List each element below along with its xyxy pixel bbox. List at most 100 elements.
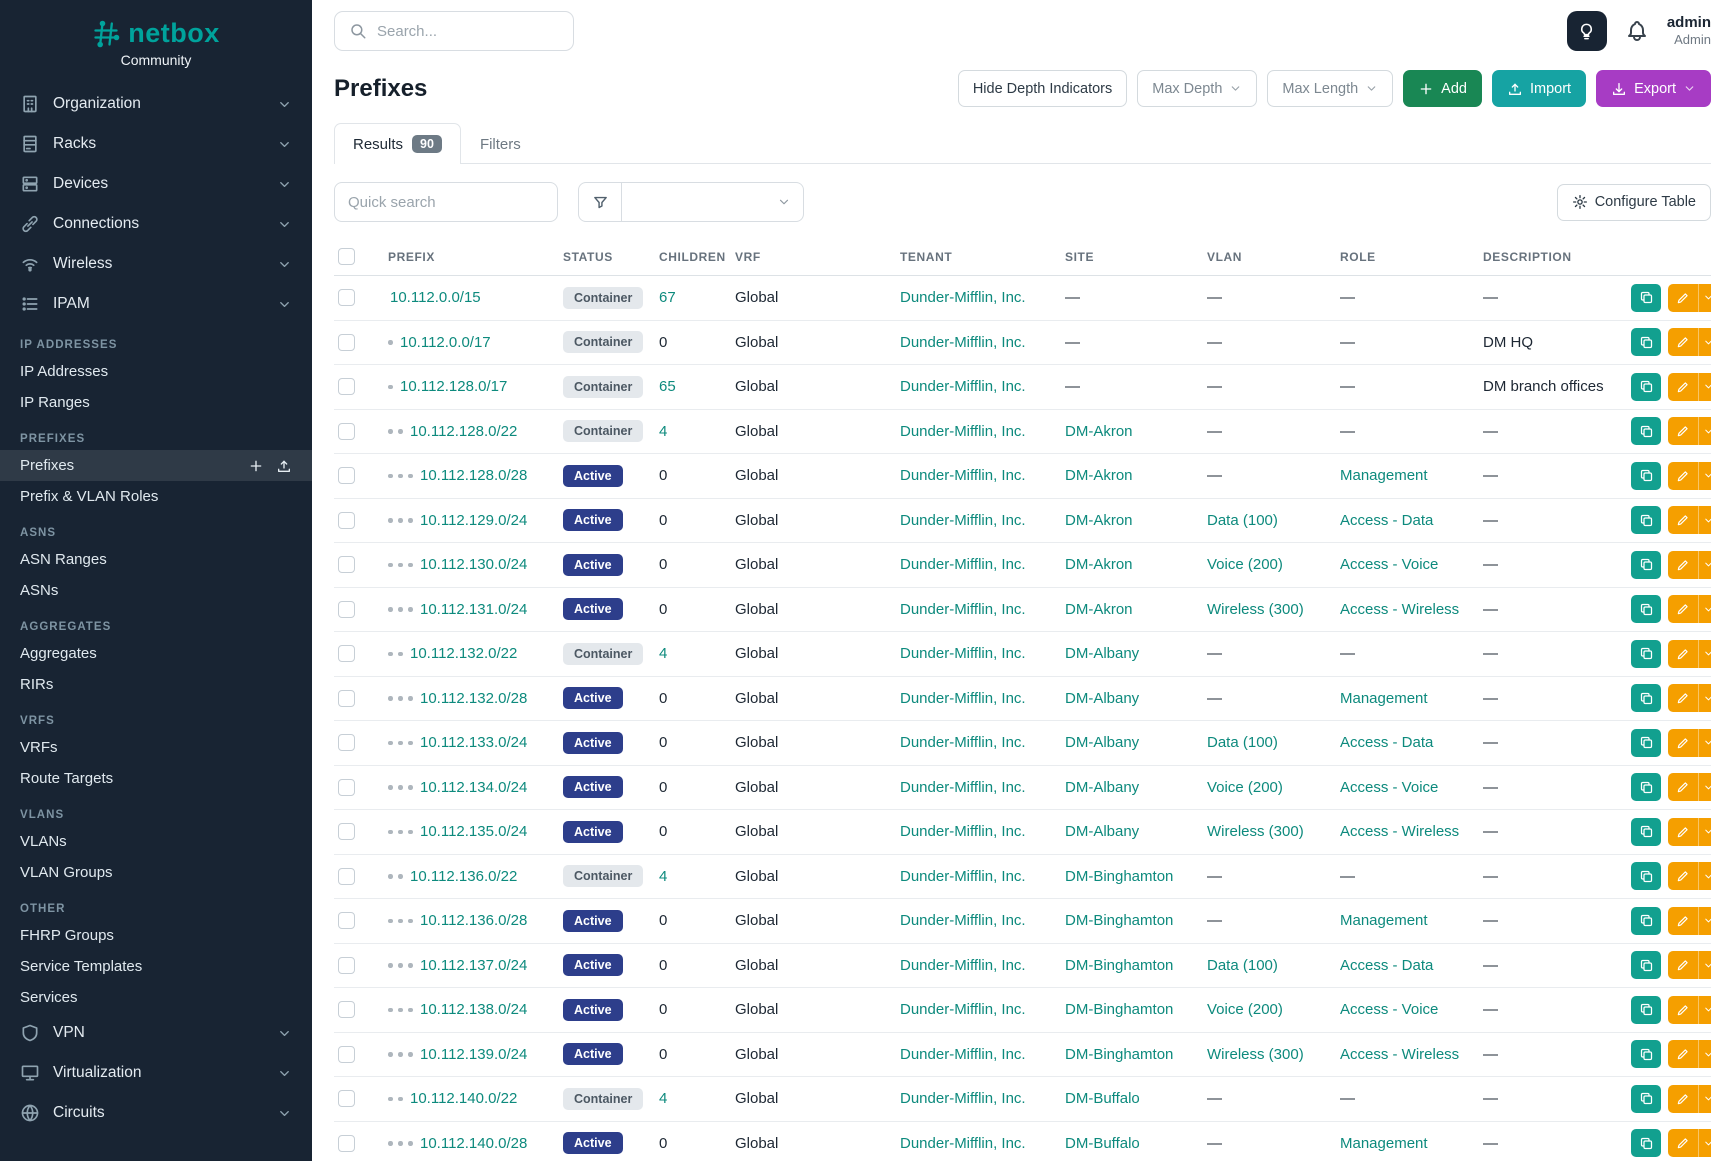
sidebar-item-vpn[interactable]: VPN: [0, 1013, 312, 1053]
sidebar-item-vlans[interactable]: VLANs: [0, 826, 312, 857]
row-checkbox[interactable]: [338, 690, 355, 707]
site-link[interactable]: DM-Albany: [1065, 779, 1139, 796]
edit-dropdown-button[interactable]: [1698, 640, 1711, 668]
clone-button[interactable]: [1631, 551, 1661, 579]
export-dropdown-button[interactable]: Export: [1596, 70, 1711, 107]
edit-button[interactable]: [1668, 729, 1698, 757]
row-checkbox[interactable]: [338, 912, 355, 929]
children-count-link[interactable]: 67: [659, 289, 676, 306]
edit-dropdown-button[interactable]: [1698, 996, 1711, 1024]
edit-button[interactable]: [1668, 773, 1698, 801]
notifications-button[interactable]: [1625, 19, 1649, 43]
sidebar-item-asn-ranges[interactable]: ASN Ranges: [0, 544, 312, 575]
row-checkbox[interactable]: [338, 645, 355, 662]
site-link[interactable]: DM-Albany: [1065, 823, 1139, 840]
children-count-link[interactable]: 4: [659, 868, 667, 885]
prefix-link[interactable]: 10.112.129.0/24: [420, 512, 527, 529]
clone-button[interactable]: [1631, 862, 1661, 890]
edit-button[interactable]: [1668, 1129, 1698, 1157]
row-checkbox[interactable]: [338, 601, 355, 618]
import-prefixes-button[interactable]: [276, 458, 292, 474]
role-link[interactable]: Management: [1340, 690, 1428, 707]
tenant-link[interactable]: Dunder-Mifflin, Inc.: [900, 779, 1026, 796]
edit-button[interactable]: [1668, 862, 1698, 890]
sidebar-item-ip-addresses[interactable]: IP Addresses: [0, 356, 312, 387]
sidebar-item-racks[interactable]: Racks: [0, 124, 312, 164]
site-link[interactable]: DM-Binghamton: [1065, 868, 1173, 885]
tenant-link[interactable]: Dunder-Mifflin, Inc.: [900, 957, 1026, 974]
clone-button[interactable]: [1631, 595, 1661, 623]
tenant-link[interactable]: Dunder-Mifflin, Inc.: [900, 289, 1026, 306]
edit-button[interactable]: [1668, 684, 1698, 712]
import-button[interactable]: Import: [1492, 70, 1586, 107]
edit-button[interactable]: [1668, 373, 1698, 401]
row-checkbox[interactable]: [338, 1001, 355, 1018]
row-checkbox[interactable]: [338, 957, 355, 974]
row-checkbox[interactable]: [338, 779, 355, 796]
site-link[interactable]: DM-Binghamton: [1065, 1046, 1173, 1063]
edit-dropdown-button[interactable]: [1698, 595, 1711, 623]
sidebar-item-organization[interactable]: Organization: [0, 84, 312, 124]
edit-dropdown-button[interactable]: [1698, 907, 1711, 935]
vlan-link[interactable]: Wireless (300): [1207, 823, 1304, 840]
add-button[interactable]: Add: [1403, 70, 1482, 107]
edit-button[interactable]: [1668, 1040, 1698, 1068]
vlan-link[interactable]: Wireless (300): [1207, 601, 1304, 618]
edit-button[interactable]: [1668, 907, 1698, 935]
role-link[interactable]: Access - Voice: [1340, 779, 1438, 796]
select-all-checkbox[interactable]: [338, 248, 355, 265]
prefix-link[interactable]: 10.112.0.0/17: [400, 334, 491, 351]
role-link[interactable]: Access - Wireless: [1340, 1046, 1459, 1063]
edit-button[interactable]: [1668, 328, 1698, 356]
vlan-link[interactable]: Data (100): [1207, 957, 1278, 974]
clone-button[interactable]: [1631, 328, 1661, 356]
tenant-link[interactable]: Dunder-Mifflin, Inc.: [900, 868, 1026, 885]
site-link[interactable]: DM-Buffalo: [1065, 1090, 1140, 1107]
clone-button[interactable]: [1631, 729, 1661, 757]
row-checkbox[interactable]: [338, 378, 355, 395]
prefix-link[interactable]: 10.112.138.0/24: [420, 1001, 527, 1018]
row-checkbox[interactable]: [338, 734, 355, 751]
clone-button[interactable]: [1631, 462, 1661, 490]
site-link[interactable]: DM-Albany: [1065, 645, 1139, 662]
edit-dropdown-button[interactable]: [1698, 328, 1711, 356]
children-count-link[interactable]: 4: [659, 423, 667, 440]
site-link[interactable]: DM-Albany: [1065, 734, 1139, 751]
edit-dropdown-button[interactable]: [1698, 951, 1711, 979]
add-prefix-button[interactable]: [248, 458, 264, 474]
prefix-link[interactable]: 10.112.140.0/28: [420, 1135, 527, 1152]
children-count-link[interactable]: 65: [659, 378, 676, 395]
role-link[interactable]: Access - Voice: [1340, 556, 1438, 573]
max-depth-dropdown[interactable]: Max Depth: [1137, 70, 1257, 107]
edit-button[interactable]: [1668, 951, 1698, 979]
site-link[interactable]: DM-Albany: [1065, 690, 1139, 707]
row-checkbox[interactable]: [338, 868, 355, 885]
tenant-link[interactable]: Dunder-Mifflin, Inc.: [900, 556, 1026, 573]
clone-button[interactable]: [1631, 951, 1661, 979]
edit-dropdown-button[interactable]: [1698, 818, 1711, 846]
edit-button[interactable]: [1668, 506, 1698, 534]
sidebar-item-connections[interactable]: Connections: [0, 204, 312, 244]
tenant-link[interactable]: Dunder-Mifflin, Inc.: [900, 334, 1026, 351]
prefix-link[interactable]: 10.112.131.0/24: [420, 601, 527, 618]
prefix-link[interactable]: 10.112.140.0/22: [410, 1090, 517, 1107]
prefix-link[interactable]: 10.112.132.0/28: [420, 690, 527, 707]
sidebar-item-devices[interactable]: Devices: [0, 164, 312, 204]
prefix-link[interactable]: 10.112.0.0/15: [390, 289, 481, 306]
site-link[interactable]: DM-Akron: [1065, 601, 1133, 618]
sidebar-item-vrfs[interactable]: VRFs: [0, 732, 312, 763]
prefix-link[interactable]: 10.112.139.0/24: [420, 1046, 527, 1063]
clone-button[interactable]: [1631, 1129, 1661, 1157]
row-checkbox[interactable]: [338, 556, 355, 573]
role-link[interactable]: Access - Data: [1340, 512, 1433, 529]
edit-button[interactable]: [1668, 284, 1698, 312]
sidebar-item-rirs[interactable]: RIRs: [0, 669, 312, 700]
clone-button[interactable]: [1631, 1040, 1661, 1068]
sidebar-item-vlan-groups[interactable]: VLAN Groups: [0, 857, 312, 888]
role-link[interactable]: Access - Wireless: [1340, 601, 1459, 618]
edit-button[interactable]: [1668, 417, 1698, 445]
vlan-link[interactable]: Voice (200): [1207, 1001, 1283, 1018]
role-link[interactable]: Access - Data: [1340, 734, 1433, 751]
role-link[interactable]: Access - Voice: [1340, 1001, 1438, 1018]
edit-dropdown-button[interactable]: [1698, 729, 1711, 757]
